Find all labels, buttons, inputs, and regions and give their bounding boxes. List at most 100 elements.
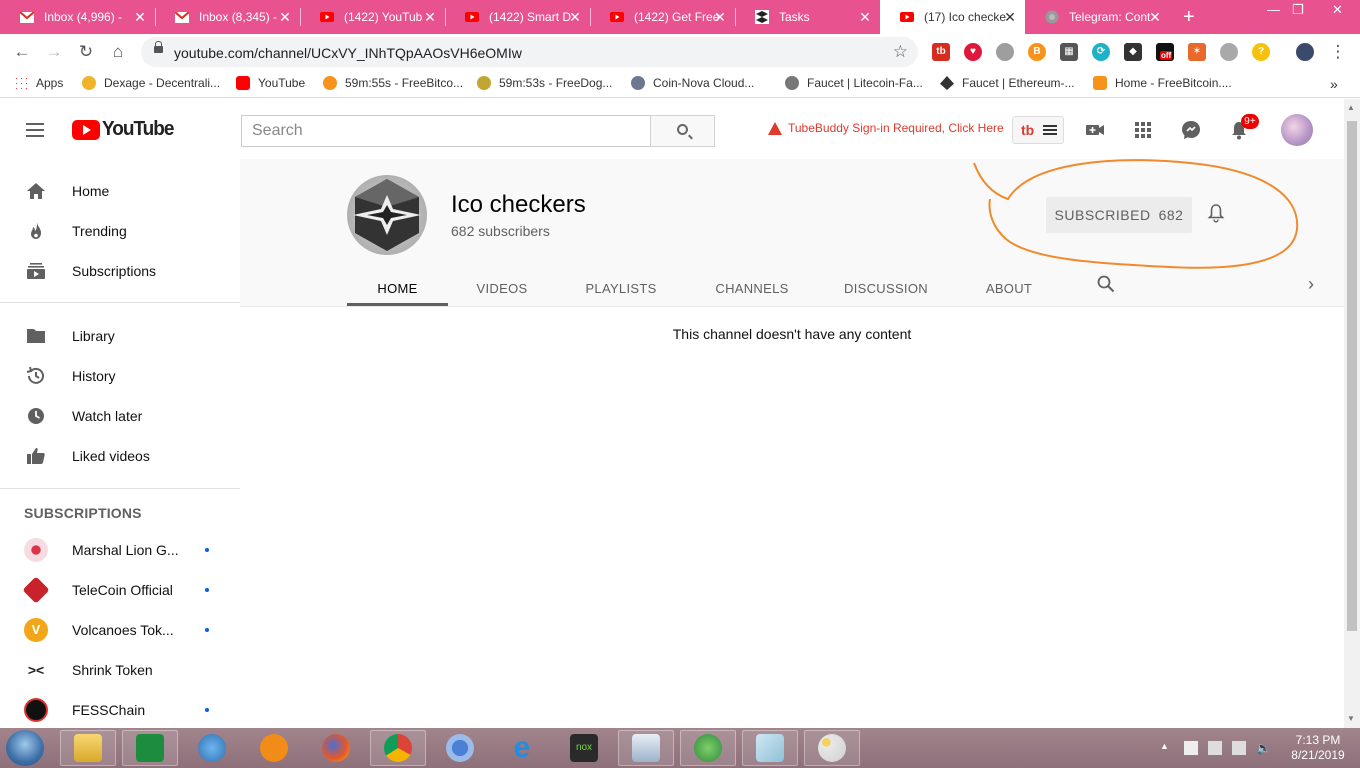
forward-arrow-icon[interactable]: →: [44, 42, 64, 62]
bookmark-item[interactable]: 59m:53s - FreeDog...: [477, 76, 612, 90]
bookmark-apps[interactable]: Apps: [14, 76, 63, 90]
profile-avatar-icon[interactable]: [1296, 43, 1314, 61]
off-extension-icon[interactable]: off: [1156, 43, 1174, 61]
bookmark-item[interactable]: Faucet | Litecoin-Fa...: [785, 76, 923, 90]
bookmark-item[interactable]: Dexage - Decentrali...: [82, 76, 220, 90]
close-icon[interactable]: ✕: [713, 9, 727, 26]
coin-extension-icon[interactable]: ?: [1252, 43, 1270, 61]
subscription-item[interactable]: FESSChain: [0, 690, 240, 728]
scrollbar-thumb[interactable]: [1347, 121, 1357, 631]
action-center-icon[interactable]: [1184, 741, 1198, 755]
metamask-extension-icon[interactable]: ✶: [1188, 43, 1206, 61]
tubebuddy-menu-button[interactable]: tb: [1012, 116, 1064, 144]
new-tab-button[interactable]: +: [1183, 6, 1195, 29]
apps-grid-icon[interactable]: [1132, 119, 1154, 141]
taskbar-network[interactable]: [184, 730, 240, 766]
network-icon[interactable]: [1232, 741, 1246, 755]
browser-tab[interactable]: Tasks ✕: [735, 0, 880, 34]
tab-channels[interactable]: CHANNELS: [706, 270, 798, 306]
globe-extension-icon[interactable]: [996, 43, 1014, 61]
taskbar-internet-explorer[interactable]: e: [494, 730, 550, 766]
subscription-item[interactable]: >< Shrink Token: [0, 650, 240, 690]
sidebar-item-trending[interactable]: Trending: [0, 211, 240, 251]
subscription-item[interactable]: V Volcanoes Tok...: [0, 610, 240, 650]
menu-icon[interactable]: [26, 123, 44, 137]
taskbar-chrome[interactable]: [370, 730, 426, 766]
more-vert-icon[interactable]: ⋮: [1328, 42, 1348, 62]
browser-tab[interactable]: Telegram: Cont ✕: [1025, 0, 1170, 34]
close-icon[interactable]: ✕: [133, 9, 147, 26]
bookmark-item[interactable]: YouTube: [236, 76, 305, 90]
close-window-icon[interactable]: ✕: [1332, 2, 1343, 18]
cloud-extension-icon[interactable]: [1220, 43, 1238, 61]
sidebar-item-liked-videos[interactable]: Liked videos: [0, 436, 240, 476]
scrollbar[interactable]: ▲ ▼: [1344, 99, 1360, 728]
minimize-icon[interactable]: —: [1267, 2, 1280, 17]
bookmark-star-icon[interactable]: ☆: [893, 42, 908, 62]
sidebar-item-watch-later[interactable]: Watch later: [0, 396, 240, 436]
device-icon[interactable]: [1208, 741, 1222, 755]
tubebuddy-extension-icon[interactable]: tb: [932, 43, 950, 61]
browser-tab[interactable]: (1422) YouTub ✕: [300, 0, 445, 34]
tubebuddy-warning-link[interactable]: TubeBuddy Sign-in Required, Click Here: [768, 121, 1004, 135]
bookmark-item[interactable]: Faucet | Ethereum-...: [940, 76, 1075, 90]
heart-extension-icon[interactable]: ♥: [964, 43, 982, 61]
close-icon[interactable]: ✕: [1148, 9, 1162, 26]
taskbar-notes[interactable]: [742, 730, 798, 766]
taskbar-nox[interactable]: nox: [556, 730, 612, 766]
taskbar-firefox[interactable]: [308, 730, 364, 766]
scroll-down-arrow-icon[interactable]: ▼: [1347, 714, 1355, 723]
close-icon[interactable]: ✕: [858, 9, 872, 26]
close-icon[interactable]: ✕: [278, 9, 292, 26]
search-icon[interactable]: [1097, 275, 1115, 293]
taskbar-excel[interactable]: [122, 730, 178, 766]
subscription-item[interactable]: TeleCoin Official: [0, 570, 240, 610]
taskbar-app-window[interactable]: [618, 730, 674, 766]
close-icon[interactable]: ✕: [423, 9, 437, 26]
restore-icon[interactable]: ❐: [1292, 2, 1304, 18]
taskbar-chrome-alt[interactable]: [432, 730, 488, 766]
home-icon[interactable]: ⌂: [108, 42, 128, 62]
volume-icon[interactable]: 🔈: [1256, 741, 1271, 755]
address-bar[interactable]: youtube.com/channel/UCxVY_INhTQpAAOsVH6e…: [141, 37, 918, 67]
avatar[interactable]: [1281, 114, 1313, 146]
search-button[interactable]: [650, 115, 715, 147]
browser-tab[interactable]: Inbox (8,345) - ✕: [155, 0, 300, 34]
search-input[interactable]: Search: [241, 115, 651, 147]
youtube-logo[interactable]: YouTube: [72, 118, 174, 141]
sidebar-item-subscriptions[interactable]: Subscriptions: [0, 251, 240, 291]
sidebar-item-history[interactable]: History: [0, 356, 240, 396]
tab-videos[interactable]: VIDEOS: [464, 270, 540, 306]
taskbar-file-explorer[interactable]: [60, 730, 116, 766]
back-arrow-icon[interactable]: ←: [12, 42, 32, 62]
sidebar-item-library[interactable]: Library: [0, 316, 240, 356]
qr-extension-icon[interactable]: ▦: [1060, 43, 1078, 61]
bitcoin-extension-icon[interactable]: B: [1028, 43, 1046, 61]
close-icon[interactable]: ✕: [568, 9, 582, 26]
tab-discussion[interactable]: DISCUSSION: [838, 270, 934, 306]
chevron-right-icon[interactable]: ›: [1308, 274, 1314, 295]
reload-icon[interactable]: ↻: [76, 42, 96, 62]
start-button[interactable]: [6, 730, 44, 766]
taskbar-avast[interactable]: [246, 730, 302, 766]
scroll-up-arrow-icon[interactable]: ▲: [1347, 103, 1355, 112]
taskbar-globe-arrow[interactable]: [680, 730, 736, 766]
eraser-extension-icon[interactable]: ◆: [1124, 43, 1142, 61]
tab-home[interactable]: HOME: [347, 270, 448, 306]
refresh-extension-icon[interactable]: ⟳: [1092, 43, 1110, 61]
bookmarks-overflow-icon[interactable]: »: [1330, 76, 1338, 92]
bookmark-item[interactable]: 59m:55s - FreeBitco...: [323, 76, 463, 90]
browser-tab[interactable]: (1422) Get Free ✕: [590, 0, 735, 34]
tab-about[interactable]: ABOUT: [974, 270, 1044, 306]
close-icon[interactable]: ✕: [1003, 9, 1017, 26]
notification-bell-icon[interactable]: [1207, 203, 1225, 223]
sidebar-item-home[interactable]: Home: [0, 171, 240, 211]
taskbar-paint[interactable]: [804, 730, 860, 766]
subscription-item[interactable]: Marshal Lion G...: [0, 530, 240, 570]
subscribed-button[interactable]: SUBSCRIBED 682: [1046, 197, 1192, 233]
browser-tab[interactable]: (1422) Smart D ✕: [445, 0, 590, 34]
tray-expand-icon[interactable]: ▲: [1160, 741, 1174, 755]
tab-playlists[interactable]: PLAYLISTS: [576, 270, 666, 306]
bookmark-item[interactable]: Coin-Nova Cloud...: [631, 76, 754, 90]
browser-tab[interactable]: Inbox (4,996) - ✕: [0, 0, 155, 34]
